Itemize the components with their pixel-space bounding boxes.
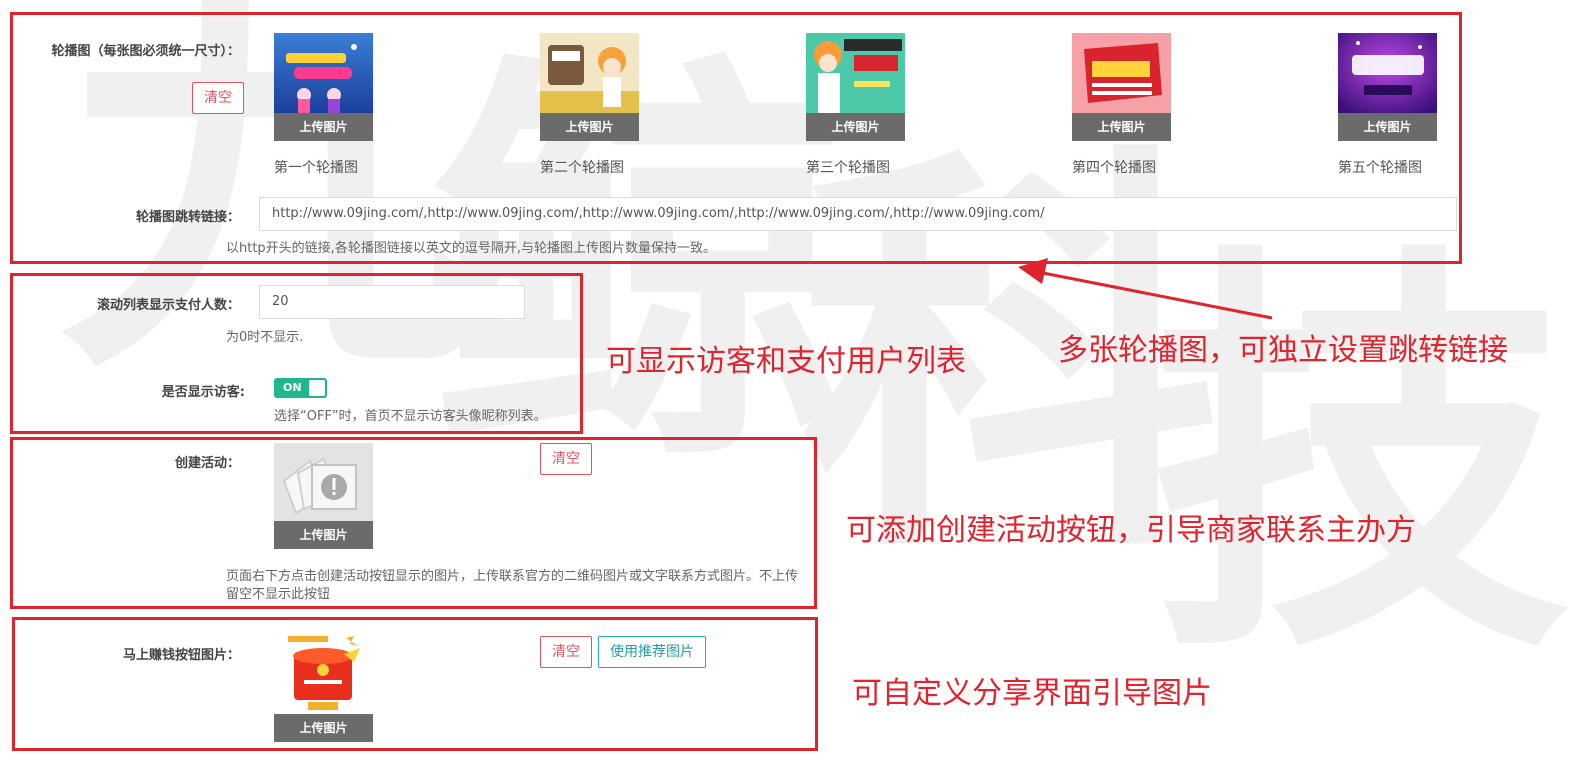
visitors-help: 选择“OFF”时，首页不显示访客头像昵称列表。 <box>274 409 547 424</box>
carousel-image-3 <box>806 33 905 113</box>
earn-thumb[interactable]: 上传图片 <box>274 634 373 742</box>
share-annotation: 可自定义分享界面引导图片 <box>852 676 1212 711</box>
activity-help: 页面右下方点击创建活动按钮显示的图片，上传联系官方的二维码图片或文字联系方式图片… <box>226 569 799 602</box>
carousel-caption-1: 第一个轮播图 <box>274 160 358 176</box>
carousel-image-2 <box>540 33 639 113</box>
carousel-upload-button-1[interactable]: 上传图片 <box>274 113 373 141</box>
carousel-thumb-4[interactable]: 上传图片 <box>1072 33 1171 141</box>
carousel-caption-3: 第三个轮播图 <box>806 160 890 176</box>
carousel-upload-button-5[interactable]: 上传图片 <box>1338 113 1437 141</box>
carousel-link-input[interactable]: http://www.09jing.com/,http://www.09jing… <box>259 197 1457 231</box>
carousel-upload-button-2[interactable]: 上传图片 <box>540 113 639 141</box>
carousel-thumb-2[interactable]: 上传图片 <box>540 33 639 141</box>
carousel-link-help: 以http开头的链接,各轮播图链接以英文的逗号隔开,与轮播图上传图片数量保持一致… <box>226 241 716 256</box>
carousel-image-5 <box>1338 33 1437 113</box>
carousel-caption-2: 第二个轮播图 <box>540 160 624 176</box>
earn-clear-button[interactable]: 清空 <box>540 636 592 668</box>
carousel-link-label: 轮播图跳转链接： <box>135 210 240 225</box>
carousel-image-1 <box>274 33 373 113</box>
carousel-caption-5: 第五个轮播图 <box>1338 160 1422 176</box>
payers-label: 滚动列表显示支付人数： <box>96 298 240 313</box>
carousel-thumb-1[interactable]: 上传图片 <box>274 33 373 141</box>
visitor-annotation: 可显示访客和支付用户列表 <box>606 344 966 379</box>
activity-upload-button[interactable]: 上传图片 <box>274 521 373 549</box>
use-recommended-image-button[interactable]: 使用推荐图片 <box>598 636 706 668</box>
activity-image <box>274 443 373 521</box>
toggle-knob <box>309 380 325 396</box>
activity-annotation: 可添加创建活动按钮，引导商家联系主办方 <box>846 513 1416 548</box>
watermark-char-4: 技 <box>1150 215 1570 704</box>
payers-help: 为0时不显示. <box>226 330 304 345</box>
visitors-label: 是否显示访客: <box>161 385 245 400</box>
carousel-upload-button-3[interactable]: 上传图片 <box>806 113 905 141</box>
carousel-annotation: 多张轮播图，可独立设置跳转链接 <box>1058 333 1508 368</box>
earn-image <box>274 634 373 714</box>
payers-count-input[interactable]: 20 <box>259 285 525 319</box>
carousel-thumb-3[interactable]: 上传图片 <box>806 33 905 141</box>
carousel-caption-4: 第四个轮播图 <box>1072 160 1156 176</box>
activity-thumb[interactable]: 上传图片 <box>274 443 373 551</box>
visitors-toggle[interactable]: ON <box>274 378 327 398</box>
earn-upload-button[interactable]: 上传图片 <box>274 714 373 742</box>
carousel-upload-button-4[interactable]: 上传图片 <box>1072 113 1171 141</box>
carousel-image-4 <box>1072 33 1171 113</box>
carousel-clear-button[interactable]: 清空 <box>192 82 244 114</box>
carousel-label: 轮播图（每张图必须统一尺寸）： <box>51 44 240 59</box>
earn-label: 马上赚钱按钮图片： <box>122 648 240 663</box>
visitors-toggle-text: ON <box>283 381 302 394</box>
carousel-thumb-5[interactable]: 上传图片 <box>1338 33 1437 141</box>
activity-label: 创建活动： <box>174 456 240 471</box>
activity-clear-button[interactable]: 清空 <box>540 443 592 475</box>
